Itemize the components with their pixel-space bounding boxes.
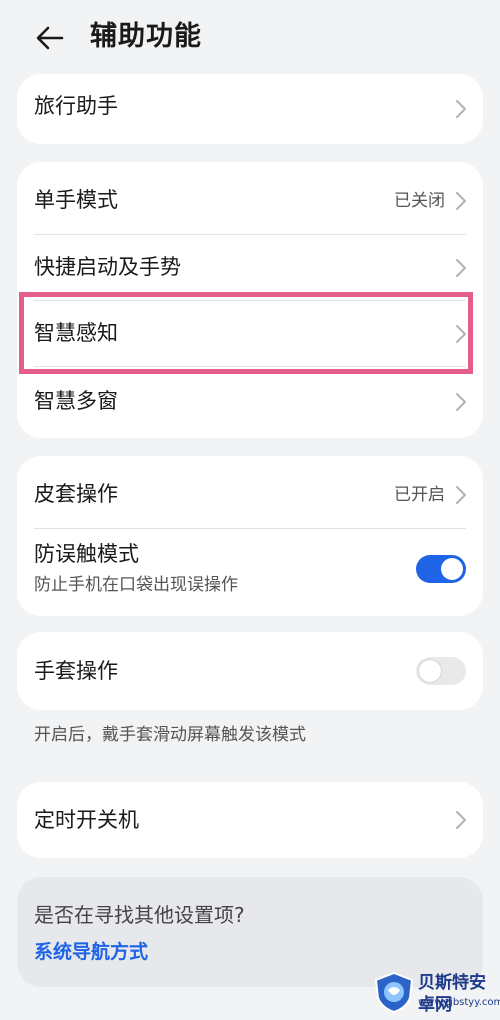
one-hand-mode-label: 单手模式 [34,188,118,212]
glove-operation-row: 手套操作 [17,632,483,710]
smart-multi-window-label: 智慧多窗 [34,389,118,413]
cover-group-card: 皮套操作 已开启 防误触模式 防止手机在口袋出现误操作 [17,456,483,616]
chevron-right-icon [456,811,466,829]
scheduled-power-label: 定时开关机 [34,808,139,832]
glove-operation-toggle[interactable] [416,657,466,685]
smart-multi-window-row[interactable]: 智慧多窗 [17,366,483,438]
cover-operation-row[interactable]: 皮套操作 已开启 [17,456,483,528]
page-title: 辅助功能 [90,21,202,52]
travel-assistant-row[interactable]: 旅行助手 [17,74,483,144]
shortcut-gestures-label: 快捷启动及手势 [34,255,181,279]
chevron-right-icon [456,259,466,277]
chevron-right-icon [456,486,466,504]
site-logo-icon [374,971,414,1014]
toggle-knob [419,660,441,682]
cover-operation-label: 皮套操作 [34,482,118,506]
site-watermark: 贝斯特安卓网 www.zjbstyy.com [368,964,500,1020]
shortcut-gestures-row[interactable]: 快捷启动及手势 [17,234,483,300]
watermark-url: www.zjbstyy.com [418,997,500,1008]
chevron-right-icon [456,192,466,210]
anti-mistouch-label: 防误触模式 [34,542,139,566]
related-settings-question: 是否在寻找其他设置项? [34,903,245,927]
system-navigation-link[interactable]: 系统导航方式 [34,939,148,965]
anti-mistouch-description: 防止手机在口袋出现误操作 [34,575,238,595]
back-arrow-icon[interactable] [34,22,66,54]
scheduled-power-row[interactable]: 定时开关机 [17,782,483,858]
glove-card: 手套操作 [17,632,483,710]
glove-operation-hint: 开启后，戴手套滑动屏幕触发该模式 [34,725,306,745]
one-hand-mode-status: 已关闭 [394,191,445,211]
anti-mistouch-row: 防误触模式 防止手机在口袋出现误操作 [17,528,483,616]
anti-mistouch-toggle[interactable] [416,555,466,583]
chevron-right-icon [456,393,466,411]
top-bar: 辅助功能 [0,0,500,74]
toggle-knob [441,558,463,580]
highlight-box [19,292,473,374]
cover-operation-status: 已开启 [394,485,445,505]
chevron-right-icon [456,100,466,118]
travel-card: 旅行助手 [17,74,483,144]
travel-assistant-label: 旅行助手 [34,94,118,118]
one-hand-mode-row[interactable]: 单手模式 已关闭 [17,162,483,234]
timer-card: 定时开关机 [17,782,483,858]
glove-operation-label: 手套操作 [34,659,118,683]
